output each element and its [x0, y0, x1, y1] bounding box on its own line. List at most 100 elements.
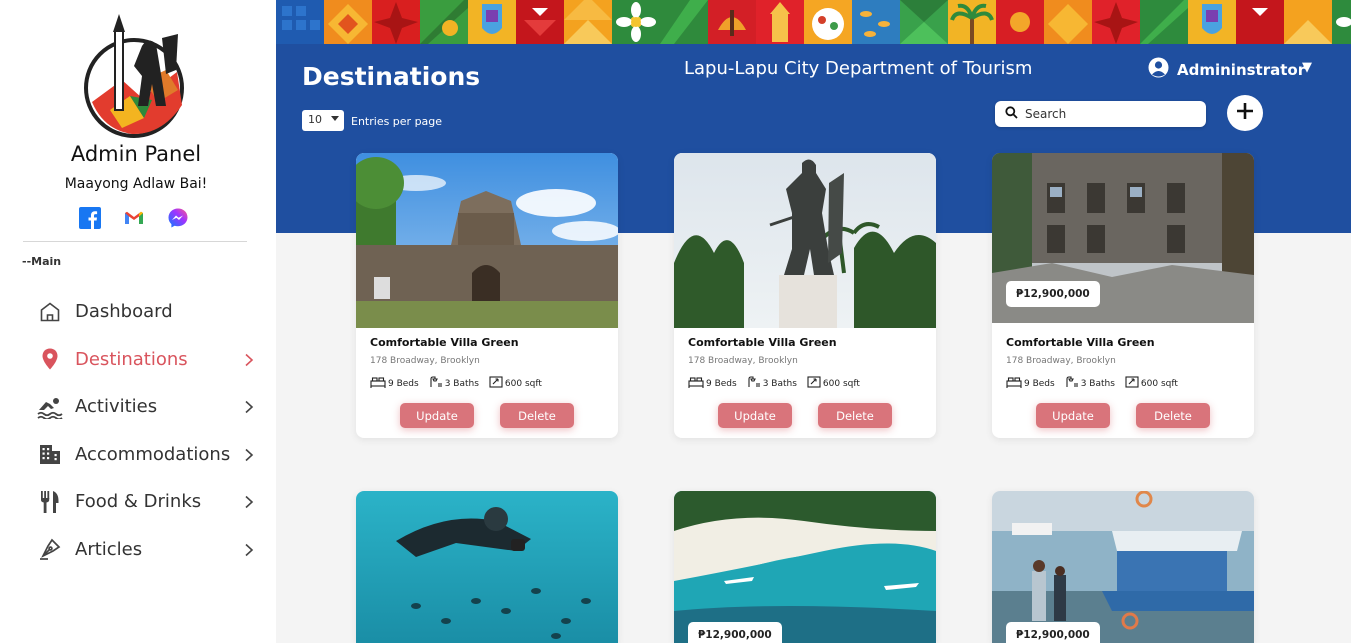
- banner-pattern-tile: [516, 0, 564, 44]
- section-label-main: --Main: [22, 255, 62, 268]
- facebook-icon[interactable]: [79, 207, 101, 229]
- baths-text: 3 Baths: [444, 378, 479, 389]
- banner-pattern-tile: [1236, 0, 1284, 44]
- destination-image: [356, 153, 618, 328]
- delete-button[interactable]: Delete: [1136, 403, 1210, 428]
- destination-card: ₱12,900,000: [992, 491, 1254, 643]
- bed-icon: [1006, 376, 1022, 391]
- update-button[interactable]: Update: [400, 403, 474, 428]
- messenger-icon[interactable]: [167, 207, 189, 229]
- card-address: 178 Broadway, Brooklyn: [370, 356, 480, 366]
- sidebar-item-accommodations[interactable]: Accommodations: [36, 431, 260, 479]
- banner-pattern-tile: [324, 0, 372, 44]
- destination-card: [356, 491, 618, 643]
- chevron-right-icon: [244, 494, 254, 513]
- add-destination-button[interactable]: [1227, 95, 1263, 131]
- banner-pattern-tile: [612, 0, 660, 44]
- sidebar-divider: [23, 241, 247, 242]
- plus-icon: [1235, 101, 1255, 125]
- beds-feature: 9 Beds: [688, 376, 737, 391]
- sidebar: Admin Panel Maayong Adlaw Bai! --Main Da…: [0, 0, 276, 643]
- sidebar-item-dashboard[interactable]: Dashboard: [36, 288, 260, 336]
- banner-pattern-tile: [1044, 0, 1092, 44]
- destination-image: [356, 491, 618, 643]
- banner-pattern-tile: [660, 0, 708, 44]
- sidebar-item-destinations[interactable]: Destinations: [36, 336, 260, 384]
- building-icon: [36, 440, 64, 468]
- banner-pattern-tile: [468, 0, 516, 44]
- area-icon: [489, 376, 503, 391]
- admin-panel-title: Admin Panel: [70, 142, 202, 166]
- destination-card: Comfortable Villa Green 178 Broadway, Br…: [674, 153, 936, 438]
- banner-pattern-tile: [372, 0, 420, 44]
- sidebar-item-label: Articles: [75, 538, 143, 560]
- banner-pattern-tile: [1332, 0, 1351, 44]
- sidebar-item-label: Dashboard: [75, 301, 173, 323]
- decorative-banner: [276, 0, 1351, 44]
- update-button[interactable]: Update: [1036, 403, 1110, 428]
- sidebar-nav: Dashboard Destinations Activities Accomm…: [36, 288, 260, 573]
- chevron-right-icon: [244, 542, 254, 561]
- destination-image: ₱12,900,000: [992, 153, 1254, 323]
- area-feature: 600 sqft: [489, 376, 542, 391]
- banner-pattern-tile: [900, 0, 948, 44]
- card-title: Comfortable Villa Green: [370, 336, 519, 349]
- home-icon: [36, 298, 64, 326]
- banner-pattern-tile: [1092, 0, 1140, 44]
- area-text: 600 sqft: [504, 378, 542, 389]
- sidebar-item-label: Accommodations: [75, 443, 231, 465]
- beds-feature: 9 Beds: [370, 376, 419, 391]
- area-feature: 600 sqft: [807, 376, 860, 391]
- entries-per-page-select[interactable]: 10: [302, 110, 344, 131]
- destination-card: ₱12,900,000 Comfortable Villa Green 178 …: [992, 153, 1254, 438]
- search-icon: [1005, 106, 1018, 122]
- sidebar-item-label: Destinations: [75, 348, 188, 370]
- user-avatar-icon: [1148, 57, 1169, 82]
- baths-feature: 3 Baths: [429, 376, 479, 391]
- banner-pattern-tile: [996, 0, 1044, 44]
- baths-text: 3 Baths: [1080, 378, 1115, 389]
- sidebar-item-articles[interactable]: Articles: [36, 526, 260, 574]
- caret-down-icon[interactable]: ▼: [1302, 60, 1312, 75]
- destination-image: [674, 153, 936, 328]
- card-address: 178 Broadway, Brooklyn: [1006, 356, 1116, 366]
- baths-text: 3 Baths: [762, 378, 797, 389]
- tourism-commission-logo: [82, 10, 190, 145]
- beds-text: 9 Beds: [1024, 378, 1055, 389]
- banner-pattern-tile: [708, 0, 756, 44]
- delete-button[interactable]: Delete: [500, 403, 574, 428]
- shower-icon: [747, 376, 761, 391]
- banner-pattern-tile: [276, 0, 324, 44]
- update-button[interactable]: Update: [718, 403, 792, 428]
- search-placeholder: Search: [1025, 107, 1067, 121]
- destination-card: ₱12,900,000: [674, 491, 936, 643]
- gmail-icon[interactable]: [123, 207, 145, 229]
- shower-icon: [1065, 376, 1079, 391]
- banner-pattern-tile: [1188, 0, 1236, 44]
- banner-pattern-tile: [420, 0, 468, 44]
- entries-value: 10: [308, 113, 322, 126]
- beds-text: 9 Beds: [388, 378, 419, 389]
- area-icon: [1125, 376, 1139, 391]
- baths-feature: 3 Baths: [747, 376, 797, 391]
- delete-button[interactable]: Delete: [818, 403, 892, 428]
- destination-card: Comfortable Villa Green 178 Broadway, Br…: [356, 153, 618, 438]
- price-badge: ₱12,900,000: [1006, 281, 1100, 307]
- banner-pattern-tile: [852, 0, 900, 44]
- card-title: Comfortable Villa Green: [1006, 336, 1155, 349]
- sidebar-item-label: Activities: [75, 396, 158, 418]
- sidebar-item-food-drinks[interactable]: Food & Drinks: [36, 478, 260, 526]
- banner-pattern-tile: [564, 0, 612, 44]
- beds-text: 9 Beds: [706, 378, 737, 389]
- price-badge: ₱12,900,000: [688, 622, 782, 643]
- user-menu[interactable]: Admininstrator: [1148, 57, 1305, 82]
- sidebar-item-activities[interactable]: Activities: [36, 383, 260, 431]
- banner-pattern-tile: [948, 0, 996, 44]
- entries-per-page-label: Entries per page: [351, 115, 443, 128]
- swimming-icon: [36, 393, 64, 421]
- chevron-right-icon: [244, 447, 254, 466]
- area-feature: 600 sqft: [1125, 376, 1178, 391]
- search-input[interactable]: Search: [995, 101, 1206, 127]
- caret-down-icon: [331, 116, 339, 121]
- shower-icon: [429, 376, 443, 391]
